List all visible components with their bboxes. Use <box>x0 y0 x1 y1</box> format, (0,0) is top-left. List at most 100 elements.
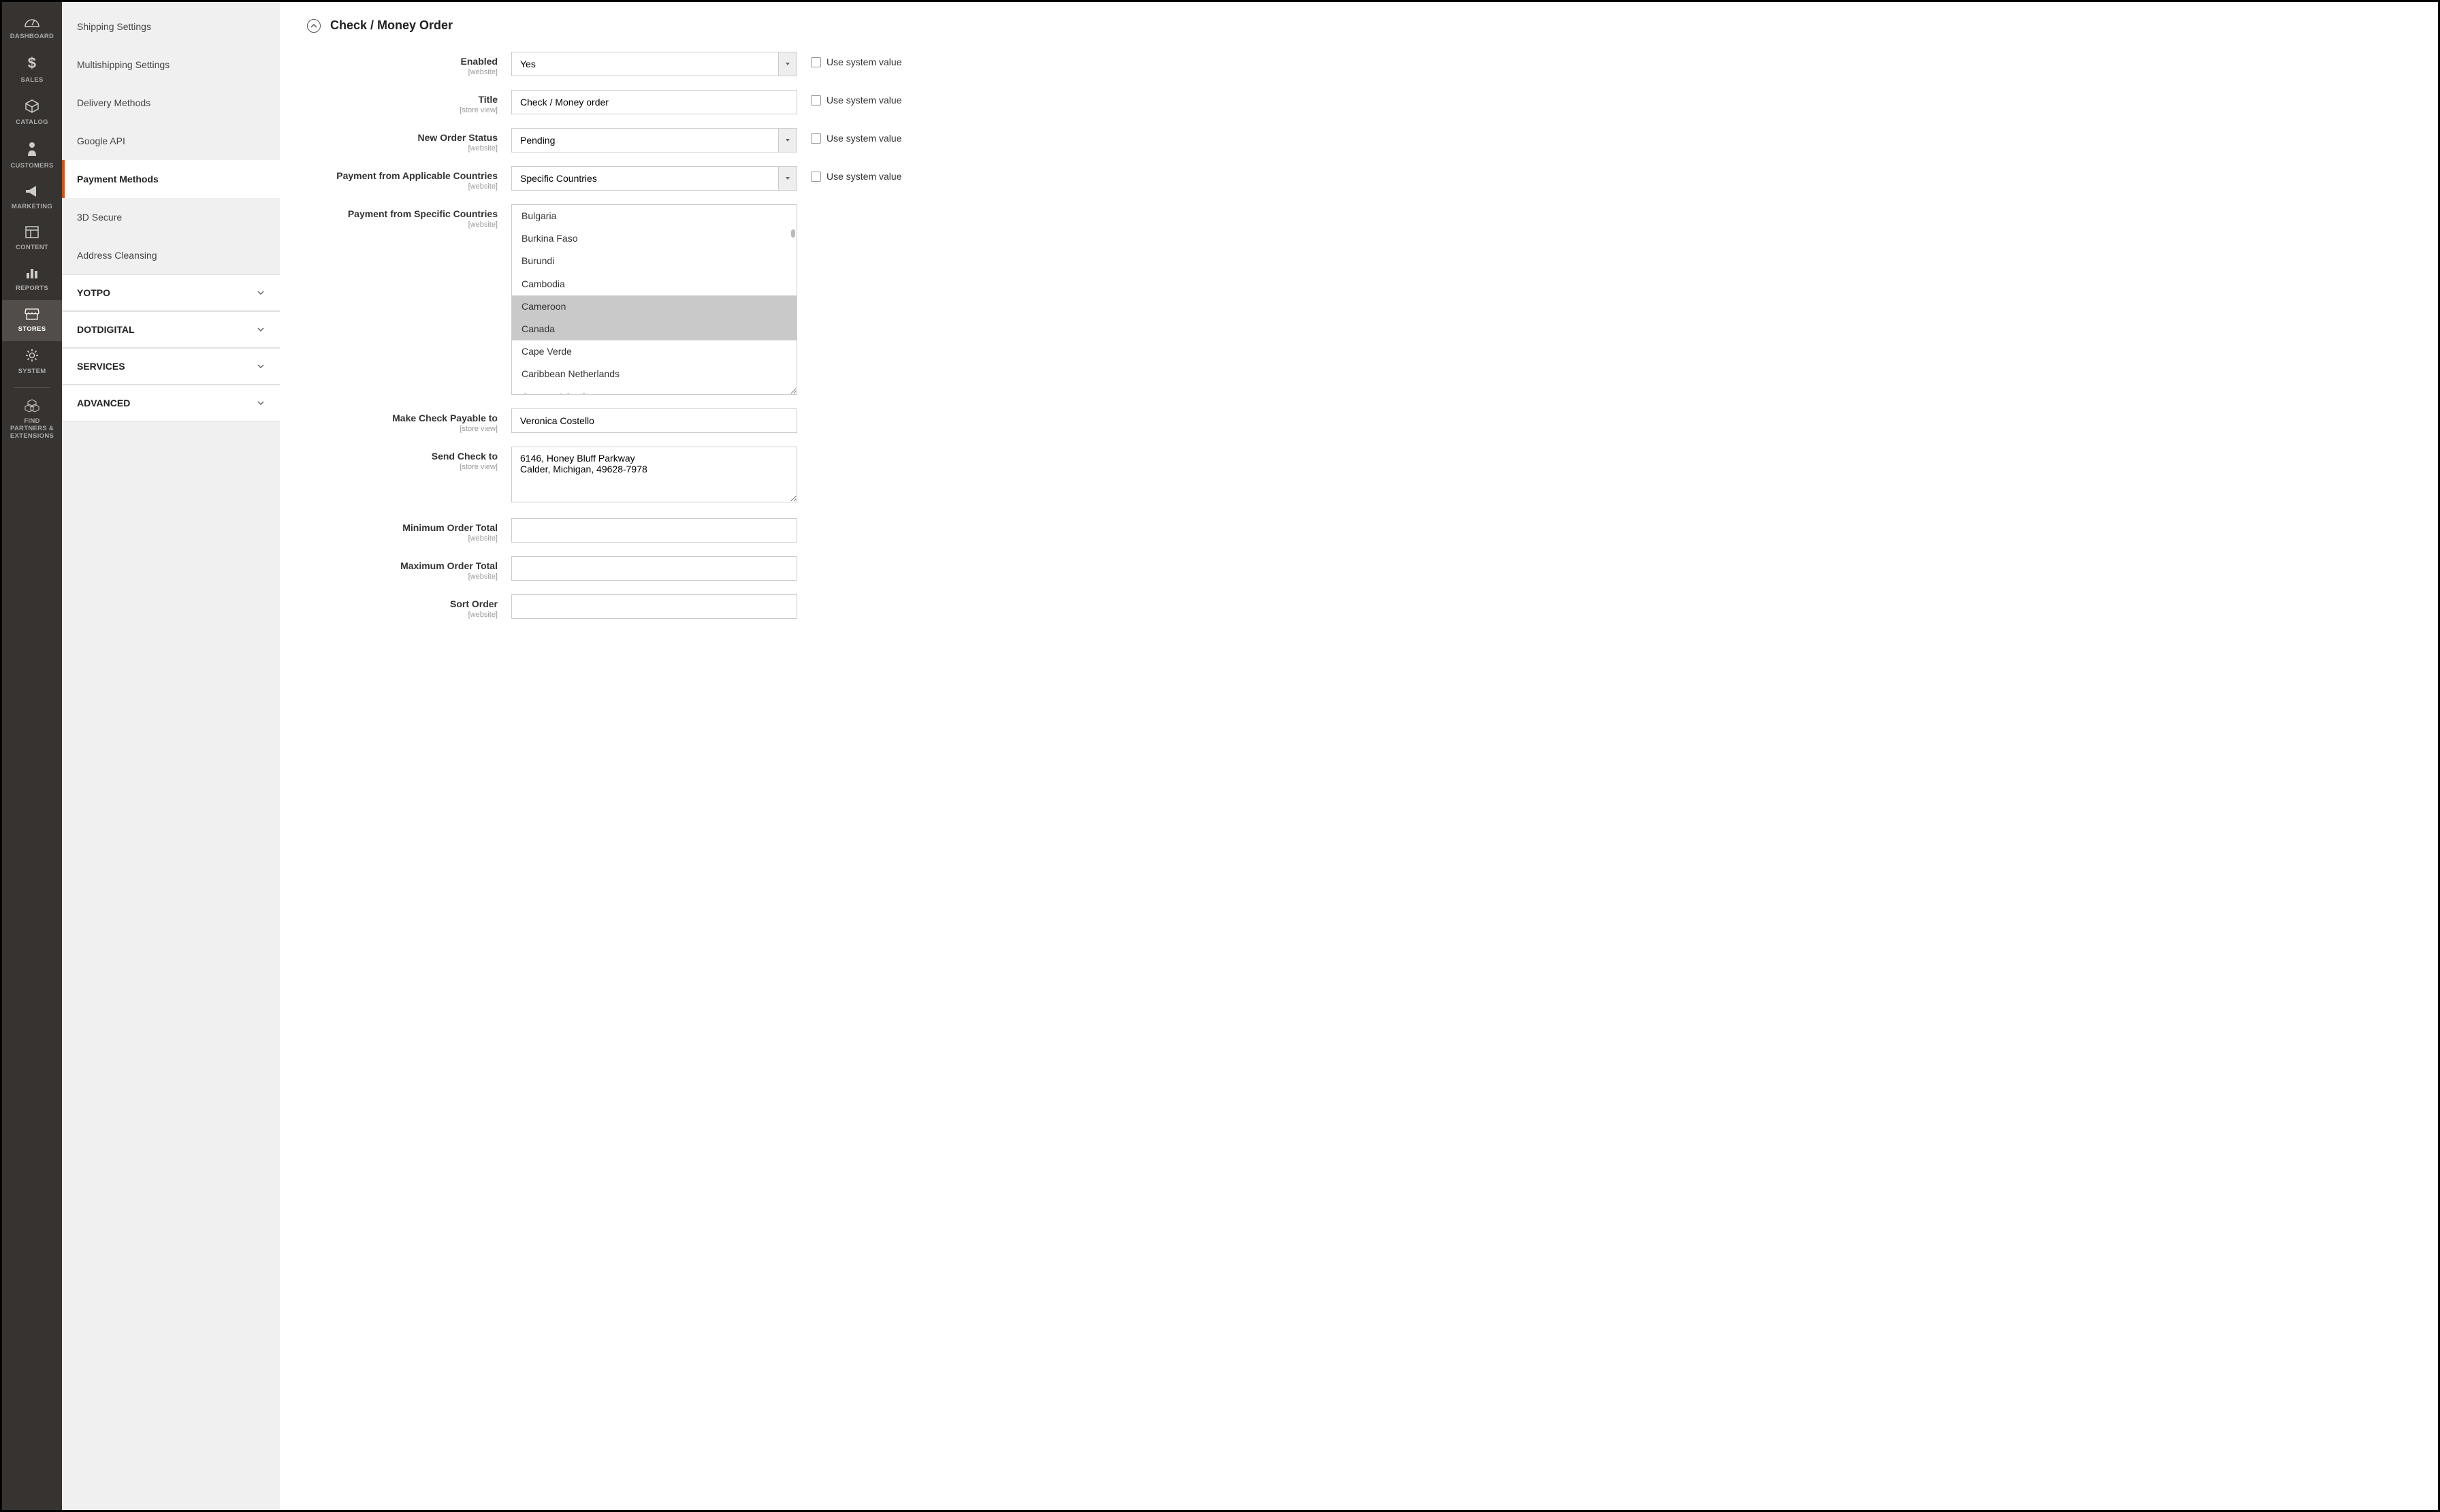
person-icon <box>5 141 59 159</box>
nav-item-label: STORES <box>18 325 46 333</box>
settings-link-google-api[interactable]: Google API <box>62 122 280 160</box>
settings-section-label: YOTPO <box>77 287 110 298</box>
field-specific-countries: Payment from Specific Countries [website… <box>307 204 2411 395</box>
label-sort-order: Sort Order <box>450 598 498 609</box>
gear-icon <box>5 348 59 365</box>
nav-item-label: SYSTEM <box>18 368 46 375</box>
checkbox-enabled-sysval[interactable] <box>811 57 821 67</box>
scope-specific-countries: [website] <box>307 221 498 229</box>
select-enabled[interactable] <box>511 52 797 76</box>
nav-item-find-partners-extensions[interactable]: FIND PARTNERS & EXTENSIONS <box>2 392 62 448</box>
nav-item-label: SALES <box>20 76 43 84</box>
field-applicable-countries: Payment from Applicable Countries [websi… <box>307 166 2411 191</box>
checkbox-applicable-countries-sysval[interactable] <box>811 172 821 182</box>
section-title: Check / Money Order <box>330 18 453 33</box>
label-sysval[interactable]: Use system value <box>826 57 901 67</box>
settings-link-delivery-methods[interactable]: Delivery Methods <box>62 84 280 122</box>
settings-link-shipping-settings[interactable]: Shipping Settings <box>62 7 280 46</box>
select-new-order-status-display[interactable] <box>511 128 778 152</box>
label-sysval[interactable]: Use system value <box>826 133 901 144</box>
dollar-icon: $ <box>5 55 59 74</box>
checkbox-title-sysval[interactable] <box>811 95 821 106</box>
nav-item-stores[interactable]: STORES <box>2 300 62 341</box>
settings-link-3d-secure[interactable]: 3D Secure <box>62 198 280 236</box>
settings-link-payment-methods[interactable]: Payment Methods <box>62 160 280 198</box>
chevron-down-icon <box>257 325 265 334</box>
input-title[interactable] <box>511 90 797 114</box>
settings-link-multishipping-settings[interactable]: Multishipping Settings <box>62 46 280 84</box>
settings-section-advanced[interactable]: ADVANCED <box>62 385 280 421</box>
input-max-order[interactable] <box>511 556 797 581</box>
country-option[interactable]: Canada <box>512 318 797 340</box>
dropdown-caret-icon[interactable] <box>778 128 797 152</box>
chevron-down-icon <box>257 362 265 370</box>
label-payable-to: Make Check Payable to <box>392 413 498 423</box>
select-applicable-countries[interactable] <box>511 166 797 191</box>
nav-item-dashboard[interactable]: DASHBOARD <box>2 7 62 48</box>
country-option[interactable]: Cayman Islands <box>512 386 797 396</box>
nav-item-system[interactable]: SYSTEM <box>2 341 62 383</box>
field-title: Title [store view] Use system value <box>307 90 2411 114</box>
country-option[interactable]: Burundi <box>512 250 797 272</box>
textarea-send-to[interactable] <box>511 447 797 502</box>
select-enabled-display[interactable] <box>511 52 778 76</box>
dropdown-caret-icon[interactable] <box>778 52 797 76</box>
label-send-to: Send Check to <box>432 451 498 462</box>
field-payable-to: Make Check Payable to [store view] <box>307 408 2411 433</box>
country-option[interactable]: Burkina Faso <box>512 227 797 250</box>
nav-item-label: CUSTOMERS <box>10 162 53 170</box>
label-title: Title <box>478 94 498 105</box>
nav-item-customers[interactable]: CUSTOMERS <box>2 134 62 178</box>
country-option[interactable]: Bulgaria <box>512 205 797 227</box>
nav-item-content[interactable]: CONTENT <box>2 219 62 259</box>
field-sort-order: Sort Order [website] <box>307 594 2411 619</box>
input-min-order[interactable] <box>511 518 797 543</box>
country-option[interactable]: Cape Verde <box>512 340 797 363</box>
nav-item-marketing[interactable]: MARKETING <box>2 178 62 219</box>
nav-item-sales[interactable]: $ SALES <box>2 48 62 92</box>
nav-item-label: DASHBOARD <box>10 33 54 40</box>
input-sort-order[interactable] <box>511 594 797 619</box>
scope-payable-to: [store view] <box>307 425 498 433</box>
input-payable-to[interactable] <box>511 408 797 433</box>
main-content: Check / Money Order Enabled [website] Us… <box>280 2 2438 1510</box>
scope-title: [store view] <box>307 106 498 114</box>
layout-icon <box>5 225 59 241</box>
scope-sort-order: [website] <box>307 611 498 619</box>
settings-section-label: SERVICES <box>77 361 125 372</box>
chevron-down-icon <box>257 399 265 407</box>
nav-item-catalog[interactable]: CATALOG <box>2 92 62 134</box>
label-specific-countries: Payment from Specific Countries <box>348 208 498 219</box>
boxes-icon <box>5 399 59 415</box>
settings-section-dotdigital[interactable]: DOTDIGITAL <box>62 312 280 348</box>
field-max-order: Maximum Order Total [website] <box>307 556 2411 581</box>
label-sysval[interactable]: Use system value <box>826 171 901 182</box>
scrollbar-thumb[interactable] <box>791 229 795 238</box>
settings-section-services[interactable]: SERVICES <box>62 349 280 385</box>
scope-enabled: [website] <box>307 68 498 76</box>
country-option[interactable]: Cambodia <box>512 273 797 295</box>
select-applicable-countries-display[interactable] <box>511 166 778 191</box>
admin-nav-sidebar: DASHBOARD $ SALES CATALOG CUSTOMERS MARKETING… <box>2 2 62 1510</box>
country-option[interactable]: Caribbean Netherlands <box>512 363 797 385</box>
nav-item-label: MARKETING <box>12 203 52 210</box>
bars-icon <box>5 266 59 282</box>
field-enabled: Enabled [website] Use system value <box>307 52 2411 76</box>
settings-section-label: DOTDIGITAL <box>77 324 135 335</box>
label-sysval[interactable]: Use system value <box>826 95 901 106</box>
multiselect-specific-countries[interactable]: BulgariaBurkina FasoBurundiCambodiaCamer… <box>511 204 797 395</box>
nav-item-reports[interactable]: REPORTS <box>2 259 62 300</box>
settings-link-address-cleansing[interactable]: Address Cleansing <box>62 236 280 274</box>
dropdown-caret-icon[interactable] <box>778 166 797 191</box>
checkbox-new-order-status-sysval[interactable] <box>811 133 821 144</box>
svg-text:$: $ <box>28 55 37 71</box>
select-new-order-status[interactable] <box>511 128 797 152</box>
field-min-order: Minimum Order Total [website] <box>307 518 2411 543</box>
settings-section-yotpo[interactable]: YOTPO <box>62 275 280 311</box>
megaphone-icon <box>5 184 59 200</box>
collapse-toggle-icon[interactable] <box>307 19 321 33</box>
scope-new-order-status: [website] <box>307 144 498 152</box>
field-send-to: Send Check to [store view] <box>307 447 2411 504</box>
country-option[interactable]: Cameroon <box>512 295 797 318</box>
label-applicable-countries: Payment from Applicable Countries <box>336 170 498 181</box>
